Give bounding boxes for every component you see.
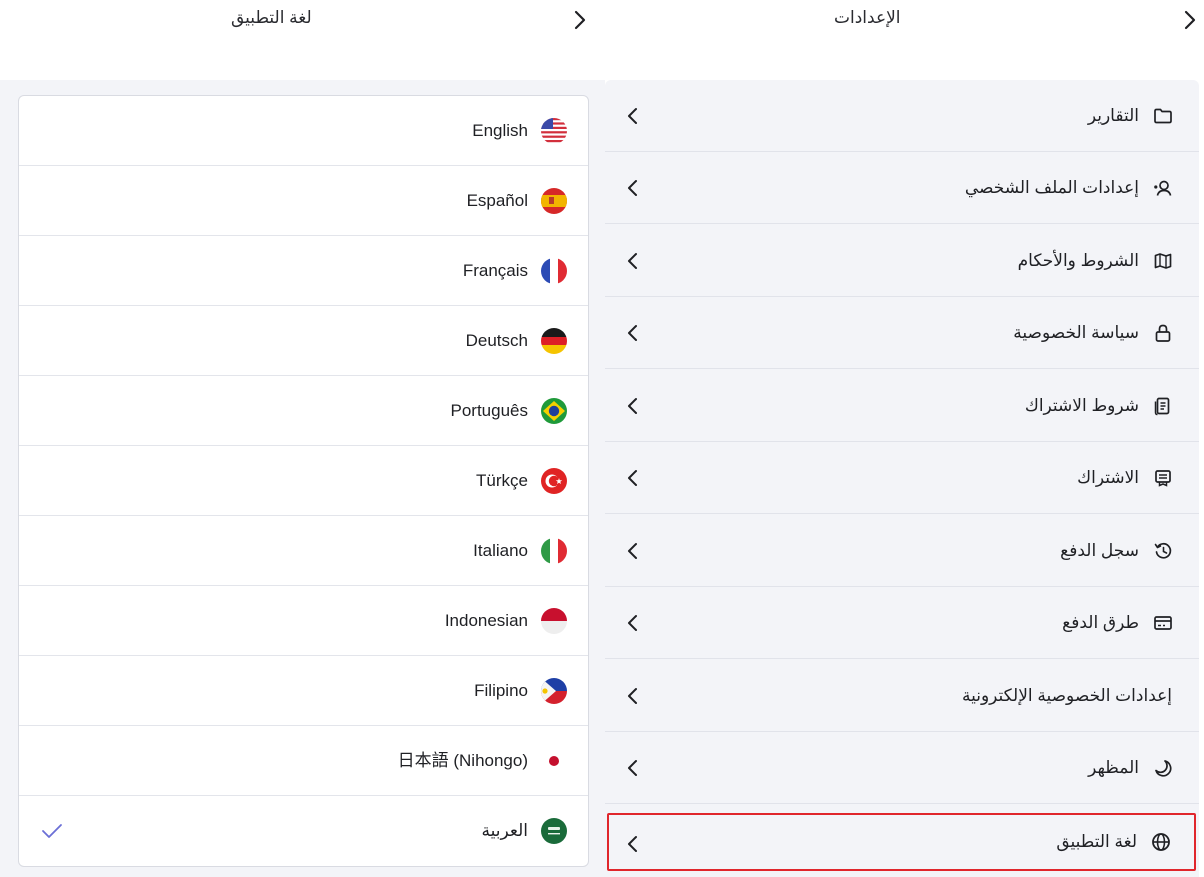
indonesia-flag-icon: [540, 607, 568, 635]
settings-item-subscription-terms[interactable]: شروط الاشتراك: [605, 370, 1199, 442]
language-label: 日本語 (Nihongo): [397, 751, 528, 770]
language-label: Türkçe: [476, 471, 528, 490]
chevron-left-icon: [625, 611, 641, 635]
settings-item-terms[interactable]: الشروط والأحكام: [605, 225, 1199, 297]
language-option-turkish[interactable]: Türkçe: [19, 446, 588, 516]
back-chevron-icon[interactable]: [1180, 9, 1200, 31]
philippines-flag-icon: [540, 677, 568, 705]
settings-item-payment-methods[interactable]: طرق الدفع: [605, 587, 1199, 659]
language-label: Español: [466, 191, 528, 210]
japan-flag-icon: [540, 747, 568, 775]
settings-item-label: طرق الدفع: [1062, 613, 1139, 632]
settings-item-payment-history[interactable]: سجل الدفع: [605, 515, 1199, 587]
settings-item-app-language[interactable]: لغة التطبيق: [607, 813, 1196, 871]
saudi-flag-icon: [540, 817, 568, 845]
page-title-language: لغة التطبيق: [231, 8, 312, 27]
language-option-japanese[interactable]: 日本語 (Nihongo): [19, 726, 588, 796]
language-label: Filipino: [474, 681, 528, 700]
chevron-left-icon: [625, 832, 641, 856]
chevron-left-icon: [625, 539, 641, 563]
settings-item-label: إعدادات الخصوصية الإلكترونية: [961, 686, 1172, 705]
language-label: Português: [450, 401, 529, 420]
user-settings-icon: [1153, 178, 1173, 198]
settings-item-profile[interactable]: إعدادات الملف الشخصي: [605, 152, 1199, 224]
settings-item-label: المظهر: [1088, 758, 1139, 777]
chevron-left-icon: [625, 394, 641, 418]
language-label: Italiano: [473, 541, 528, 560]
language-option-italian[interactable]: Italiano: [19, 516, 588, 586]
language-label: العربية: [481, 821, 528, 840]
language-option-french[interactable]: Français: [19, 236, 588, 306]
settings-item-privacy-policy[interactable]: سياسة الخصوصية: [605, 297, 1199, 369]
back-chevron-icon[interactable]: [570, 9, 590, 31]
checkmark-icon: [39, 819, 65, 843]
brazil-flag-icon: [540, 397, 568, 425]
lock-icon: [1153, 323, 1173, 343]
settings-item-label: لغة التطبيق: [1056, 832, 1137, 851]
settings-item-appearance[interactable]: المظهر: [605, 732, 1199, 804]
language-label: English: [472, 121, 528, 140]
chevron-left-icon: [625, 466, 641, 490]
chevron-left-icon: [625, 321, 641, 345]
chevron-left-icon: [625, 249, 641, 273]
language-label: Indonesian: [444, 611, 528, 630]
history-icon: [1153, 541, 1173, 561]
document-icon: [1153, 396, 1173, 416]
language-label: Français: [462, 261, 528, 280]
settings-item-subscription[interactable]: الاشتراك: [605, 442, 1199, 514]
settings-item-label: إعدادات الملف الشخصي: [964, 178, 1139, 197]
france-flag-icon: [540, 257, 568, 285]
settings-item-label: الاشتراك: [1077, 468, 1139, 487]
folder-icon: [1153, 106, 1173, 126]
settings-menu: التقارير إعدادات الملف الشخصي الشروط وال…: [605, 80, 1199, 877]
chevron-left-icon: [625, 684, 641, 708]
us-flag-icon: [540, 117, 568, 145]
moon-icon: [1153, 758, 1173, 778]
language-option-spanish[interactable]: Español: [19, 166, 588, 236]
language-option-english[interactable]: English: [19, 96, 588, 166]
turkey-flag-icon: [540, 467, 568, 495]
page-title-settings: الإعدادات: [834, 8, 901, 27]
map-icon: [1153, 251, 1173, 271]
language-list: English Español Français Deutsch Portugu…: [18, 95, 589, 867]
settings-item-e-privacy[interactable]: إعدادات الخصوصية الإلكترونية: [605, 660, 1199, 732]
receipt-icon: [1153, 468, 1173, 488]
italy-flag-icon: [540, 537, 568, 565]
credit-card-icon: [1153, 613, 1173, 633]
language-option-german[interactable]: Deutsch: [19, 306, 588, 376]
settings-item-label: سياسة الخصوصية: [1013, 323, 1139, 342]
germany-flag-icon: [540, 327, 568, 355]
language-option-filipino[interactable]: Filipino: [19, 656, 588, 726]
settings-item-reports[interactable]: التقارير: [605, 80, 1199, 152]
language-label: Deutsch: [465, 331, 528, 350]
chevron-left-icon: [625, 176, 641, 200]
spain-flag-icon: [540, 187, 568, 215]
settings-item-label: الشروط والأحكام: [1017, 251, 1139, 270]
settings-item-label: شروط الاشتراك: [1024, 396, 1139, 415]
globe-icon: [1151, 832, 1171, 852]
language-option-arabic[interactable]: العربية: [19, 796, 588, 866]
language-option-portuguese[interactable]: Português: [19, 376, 588, 446]
settings-item-label: التقارير: [1087, 106, 1139, 125]
settings-item-label: سجل الدفع: [1060, 541, 1139, 560]
language-option-indonesian[interactable]: Indonesian: [19, 586, 588, 656]
chevron-left-icon: [625, 756, 641, 780]
chevron-left-icon: [625, 104, 641, 128]
